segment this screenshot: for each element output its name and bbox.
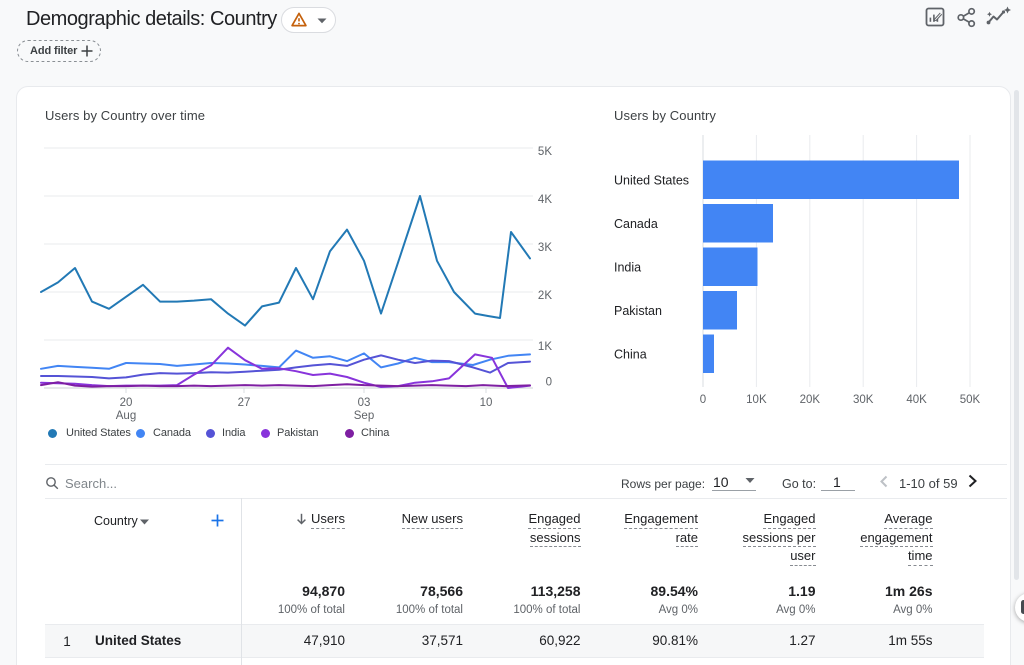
svg-text:2K: 2K [538,290,552,302]
svg-text:0: 0 [546,377,552,389]
svg-text:27: 27 [238,397,251,409]
svg-text:03: 03 [358,397,371,409]
svg-text:Sep: Sep [354,410,374,422]
svg-text:India: India [614,261,641,275]
svg-text:Canada: Canada [614,217,658,231]
svg-text:Aug: Aug [116,410,136,422]
svg-text:10: 10 [480,397,493,409]
svg-text:20: 20 [120,397,133,409]
svg-text:50K: 50K [960,394,981,406]
svg-text:0: 0 [700,394,706,406]
svg-text:3K: 3K [538,242,552,254]
svg-text:20K: 20K [800,394,821,406]
svg-text:5K: 5K [538,146,552,158]
svg-text:China: China [614,348,647,362]
svg-text:United States: United States [614,174,689,188]
svg-text:1K: 1K [538,341,552,353]
svg-text:4K: 4K [538,194,552,206]
svg-text:40K: 40K [906,394,927,406]
svg-text:30K: 30K [853,394,874,406]
svg-text:10K: 10K [746,394,767,406]
svg-text:Pakistan: Pakistan [614,304,662,318]
